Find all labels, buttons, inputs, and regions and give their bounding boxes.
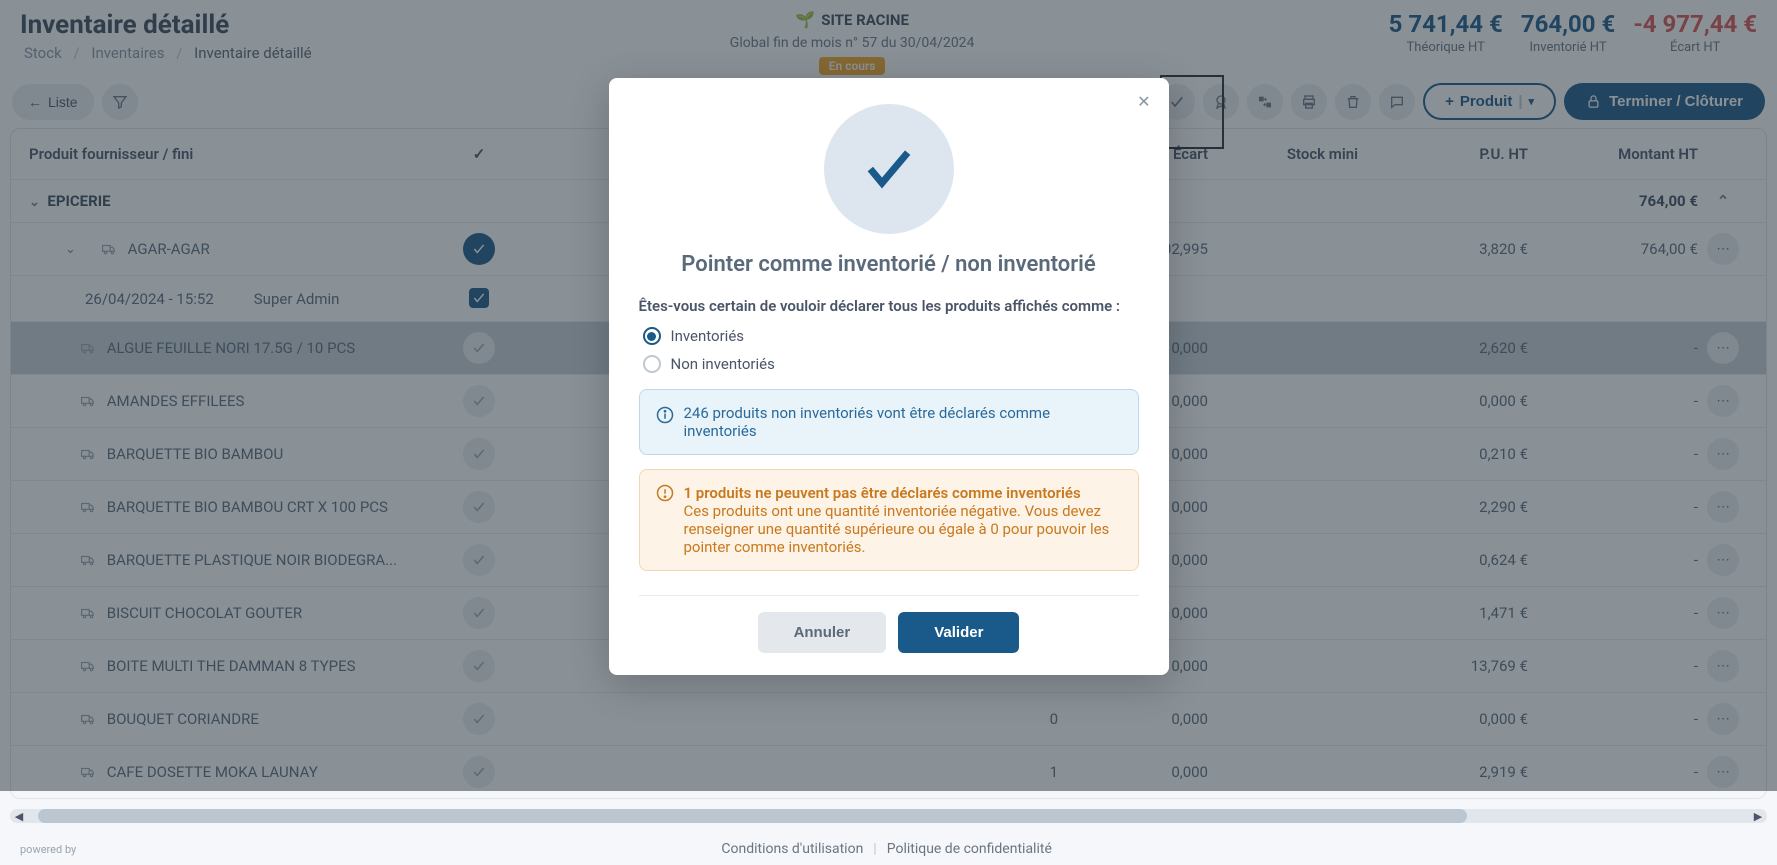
modal-question: Êtes-vous certain de vouloir déclarer to… xyxy=(639,297,1139,315)
info-message: 246 produits non inventoriés vont être d… xyxy=(639,389,1139,455)
modal-check-icon xyxy=(824,104,954,234)
radio-not-inventoried[interactable]: Non inventoriés xyxy=(643,355,1139,373)
radio-inventoried[interactable]: Inventoriés xyxy=(643,327,1139,345)
radio-icon xyxy=(643,355,661,373)
horizontal-scrollbar[interactable]: ◀ ▶ xyxy=(10,809,1767,823)
cancel-button[interactable]: Annuler xyxy=(758,612,887,653)
scroll-right-icon[interactable]: ▶ xyxy=(1751,809,1765,823)
terms-link[interactable]: Conditions d'utilisation xyxy=(721,841,863,857)
scrollbar-thumb[interactable] xyxy=(38,809,1467,823)
privacy-link[interactable]: Politique de confidentialité xyxy=(887,841,1052,857)
powered-by: powered by xyxy=(20,843,76,856)
info-icon xyxy=(656,406,674,440)
modal-title: Pointer comme inventorié / non inventori… xyxy=(639,252,1139,277)
radio-icon xyxy=(643,327,661,345)
warning-icon xyxy=(656,484,674,556)
close-button[interactable]: ✕ xyxy=(1137,92,1150,112)
modal-overlay[interactable]: ✕ Pointer comme inventorié / non invento… xyxy=(0,0,1777,791)
confirm-button[interactable]: Valider xyxy=(898,612,1019,653)
confirm-modal: ✕ Pointer comme inventorié / non invento… xyxy=(609,78,1169,675)
warning-message: 1 produits ne peuvent pas être déclarés … xyxy=(639,469,1139,571)
scroll-left-icon[interactable]: ◀ xyxy=(12,809,26,823)
